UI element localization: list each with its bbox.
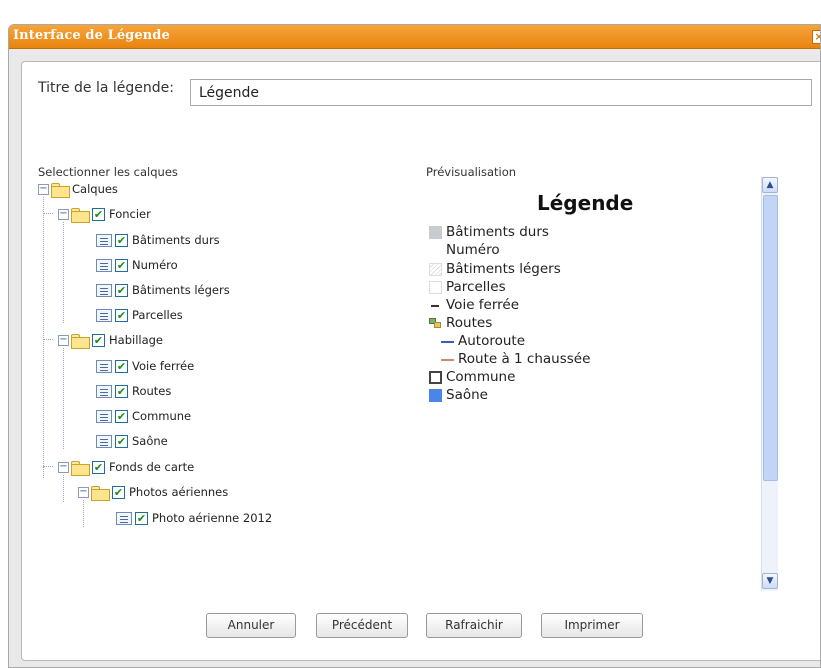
folder-icon (71, 460, 90, 476)
preview-item: Bâtiments durs (429, 223, 549, 241)
tree-label: Photo aérienne 2012 (152, 511, 273, 525)
collapse-icon[interactable]: − (58, 208, 69, 220)
legend-title-label: Titre de la légende: (38, 80, 174, 96)
checkbox-commune[interactable]: ✔ (115, 409, 128, 423)
scroll-down-icon[interactable]: ▼ (762, 573, 778, 589)
layer-icon (96, 384, 112, 398)
preview-item: Voie ferrée (429, 296, 519, 314)
preview-title: Légende (537, 191, 634, 215)
layer-icon (96, 308, 112, 322)
dialog-titlebar[interactable]: Interface de Légende × (9, 25, 820, 49)
folder-icon (71, 207, 90, 223)
tree-label: Commune (132, 409, 192, 423)
collapse-icon[interactable]: − (58, 461, 69, 473)
tree-label: Photos aériennes (129, 485, 229, 499)
tree-label: Habillage (109, 333, 164, 347)
outline-swatch-icon (429, 370, 442, 384)
scrollbar-thumb[interactable] (763, 195, 778, 481)
tree-label: Routes (132, 384, 172, 398)
tree-label: Bâtiments durs (132, 233, 220, 247)
legend-dialog: Interface de Légende × Titre de la légen… (8, 24, 821, 668)
layers-section-label: Selectionner les calques (38, 165, 178, 179)
gray-swatch-icon (429, 225, 442, 239)
checkbox-photos-aeriennes[interactable]: ✔ (112, 485, 125, 499)
folder-icon (91, 485, 110, 501)
layer-icon (96, 409, 112, 423)
tree-node-photos-aeriennes[interactable]: − ✔ Photos aériennes (78, 483, 228, 501)
blue-swatch-icon (429, 388, 442, 402)
preview-item: Saône (429, 386, 488, 404)
dialog-title: Interface de Légende (13, 28, 170, 43)
tree-label: Voie ferrée (132, 359, 195, 373)
tree-node-voie-ferree[interactable]: ✔ Voie ferrée (96, 357, 194, 375)
line-swatch-icon (429, 299, 442, 312)
checkbox-foncier[interactable]: ✔ (92, 207, 105, 221)
checkbox-batiments-legers[interactable]: ✔ (115, 283, 128, 297)
tree-node-foncier[interactable]: − ✔ Foncier (58, 205, 151, 223)
collapse-icon[interactable]: − (58, 334, 69, 346)
refresh-button[interactable]: Rafraichir (426, 613, 522, 638)
tree-label: Foncier (109, 207, 151, 221)
preview-item: Parcelles (429, 278, 506, 296)
checkbox-parcelles[interactable]: ✔ (115, 308, 128, 322)
tree-node-numero[interactable]: ✔ Numéro (96, 256, 178, 274)
tree-node-fonds-de-carte[interactable]: − ✔ Fonds de carte (58, 458, 194, 476)
tree-label: Saône (132, 434, 168, 448)
layer-icon (116, 511, 132, 525)
legend-title-input[interactable] (190, 79, 812, 106)
tree-node-batiments-durs[interactable]: ✔ Bâtiments durs (96, 231, 220, 249)
tree-node-photo-aerienne-2012[interactable]: ✔ Photo aérienne 2012 (116, 509, 272, 527)
previous-button[interactable]: Précédent (316, 613, 408, 638)
layer-icon (96, 434, 112, 448)
empty-swatch-icon (429, 280, 442, 294)
layer-icon (96, 233, 112, 247)
preview-item: Autoroute (441, 332, 525, 350)
folder-icon (51, 182, 70, 198)
checkbox-photo-aerienne-2012[interactable]: ✔ (135, 511, 148, 525)
checkbox-fonds-de-carte[interactable]: ✔ (92, 460, 105, 474)
tree-label: Parcelles (132, 308, 183, 322)
tree-node-commune[interactable]: ✔ Commune (96, 407, 191, 425)
tree-label: Bâtiments légers (132, 283, 230, 297)
tree-node-parcelles[interactable]: ✔ Parcelles (96, 306, 183, 324)
print-button[interactable]: Imprimer (541, 613, 643, 638)
close-icon[interactable]: × (812, 30, 820, 44)
checkbox-batiments-durs[interactable]: ✔ (115, 233, 128, 247)
blue-line-icon (441, 335, 454, 348)
layers-tree: − Calques − ✔ Foncier ✔ Bâtiments durs ✔… (38, 180, 428, 560)
checkbox-saone[interactable]: ✔ (115, 434, 128, 448)
collapse-icon[interactable]: − (38, 183, 49, 195)
tree-node-saone[interactable]: ✔ Saône (96, 432, 168, 450)
checkbox-numero[interactable]: ✔ (115, 258, 128, 272)
hatched-swatch-icon (429, 262, 442, 276)
tree-node-calques[interactable]: − Calques (38, 180, 118, 198)
collapse-icon[interactable]: − (78, 486, 89, 498)
layer-icon (96, 359, 112, 373)
tree-node-habillage[interactable]: − ✔ Habillage (58, 331, 163, 349)
tree-label: Numéro (132, 258, 178, 272)
layer-icon (96, 258, 112, 272)
tree-label: Calques (72, 182, 118, 196)
tree-label: Fonds de carte (109, 460, 195, 474)
checkbox-routes[interactable]: ✔ (115, 384, 128, 398)
preview-scrollbar[interactable]: ▲ ▼ (761, 177, 778, 591)
checkbox-habillage[interactable]: ✔ (92, 333, 105, 347)
legend-preview: Légende Bâtiments durs Numéro Bâtiments … (425, 177, 765, 589)
layer-icon (96, 283, 112, 297)
checkbox-voie-ferree[interactable]: ✔ (115, 359, 128, 373)
preview-item: Numéro (446, 242, 500, 258)
orange-line-icon (441, 353, 454, 366)
cancel-button[interactable]: Annuler (206, 613, 296, 638)
preview-item: Routes (429, 314, 492, 332)
folder-icon (71, 333, 90, 349)
scroll-up-icon[interactable]: ▲ (762, 177, 778, 193)
preview-item: Route à 1 chaussée (441, 350, 590, 368)
group-layer-icon (429, 317, 442, 330)
tree-node-batiments-legers[interactable]: ✔ Bâtiments légers (96, 281, 230, 299)
tree-node-routes[interactable]: ✔ Routes (96, 382, 171, 400)
preview-item: Bâtiments légers (429, 260, 561, 278)
preview-item: Commune (429, 368, 515, 386)
